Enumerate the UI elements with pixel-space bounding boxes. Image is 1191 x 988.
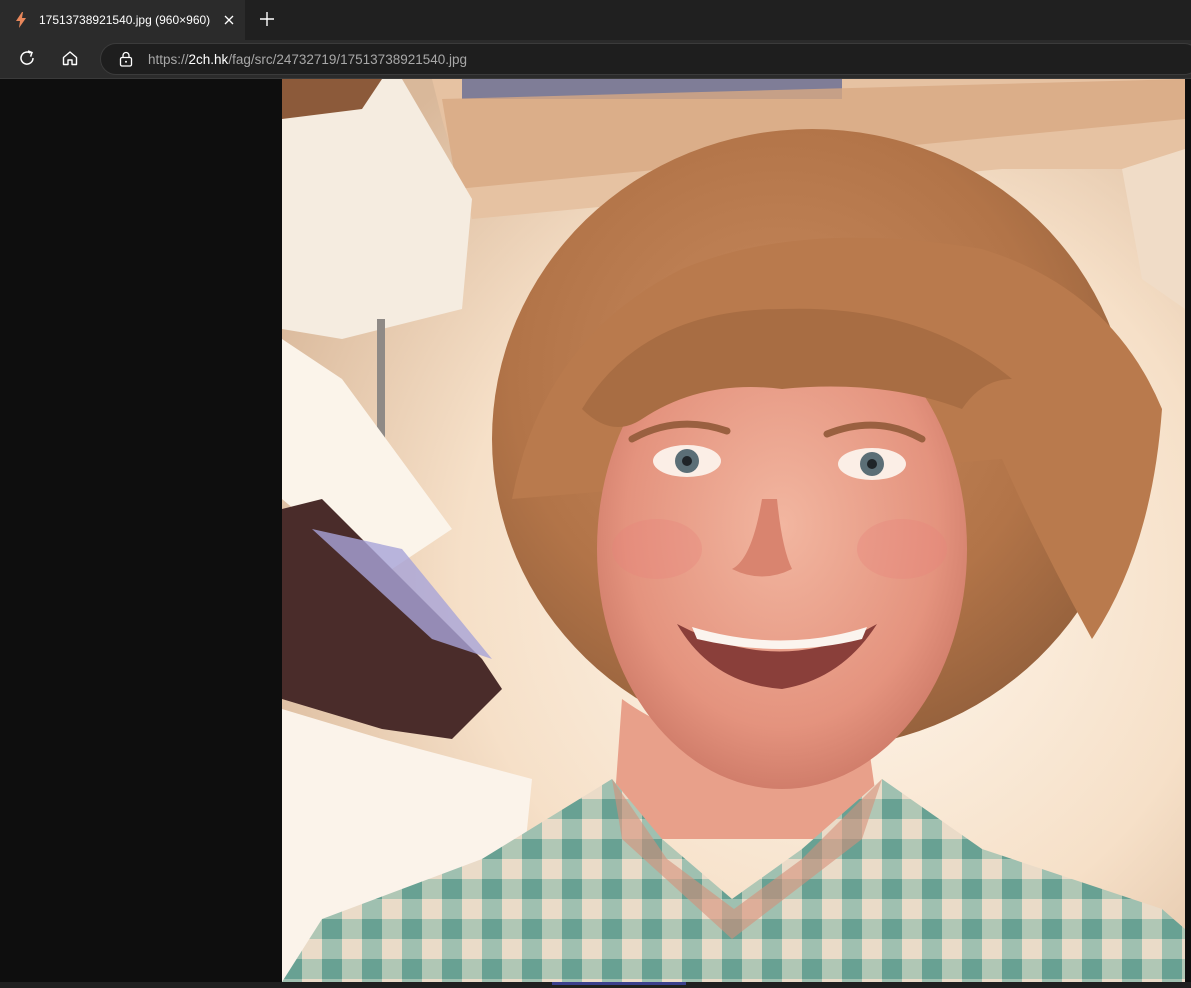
browser-window: 17513738921540.jpg (960×960) https://2ch…	[0, 0, 1191, 988]
address-bar[interactable]: https://2ch.hk/fag/src/24732719/17513738…	[100, 43, 1191, 75]
displayed-photo[interactable]	[282, 79, 1185, 982]
url-host: 2ch.hk	[188, 51, 229, 67]
url-scheme: https://	[148, 51, 189, 67]
lightning-bolt-icon	[13, 12, 29, 28]
home-button[interactable]	[56, 46, 84, 74]
tab-active[interactable]: 17513738921540.jpg (960×960)	[0, 0, 245, 40]
tab-strip: 17513738921540.jpg (960×960)	[0, 0, 1191, 40]
url-path: /fag/src/24732719/17513738921540.jpg	[228, 51, 468, 67]
plus-icon	[260, 11, 274, 31]
navigation-toolbar: https://2ch.hk/fag/src/24732719/17513738…	[0, 40, 1191, 79]
taskbar-accent	[552, 982, 686, 985]
home-icon	[61, 49, 79, 72]
reload-icon	[18, 49, 36, 72]
new-tab-button[interactable]	[255, 9, 279, 33]
url-text: https://2ch.hk/fag/src/24732719/17513738…	[148, 52, 467, 67]
reload-button[interactable]	[13, 46, 41, 74]
photo-illustration	[282, 79, 1185, 982]
tab-title: 17513738921540.jpg (960×960)	[39, 13, 211, 27]
image-viewer	[0, 79, 1191, 982]
lock-icon[interactable]	[118, 51, 134, 67]
close-icon[interactable]	[219, 10, 239, 30]
bottom-strip	[0, 982, 1191, 988]
